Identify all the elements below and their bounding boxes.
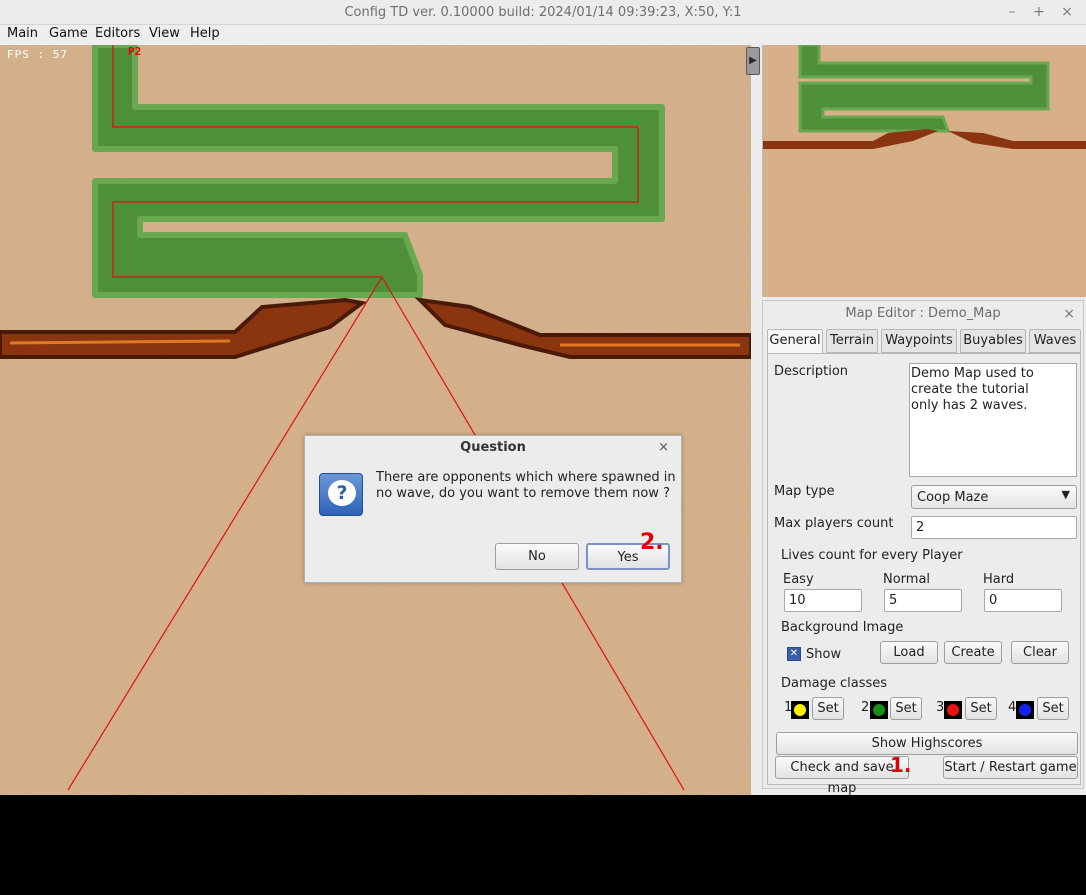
damage-classes-label: Damage classes — [781, 676, 888, 691]
damage-class-4-set-button[interactable]: Set — [1037, 697, 1069, 720]
start-restart-game-button[interactable]: Start / Restart game — [943, 756, 1078, 779]
menu-main[interactable]: Main — [7, 26, 38, 41]
game-map[interactable] — [0, 45, 751, 795]
damage-class-4-swatch — [1016, 701, 1034, 719]
damage-class-1-set-button[interactable]: Set — [812, 697, 844, 720]
damage-class-2-number: 2 — [861, 700, 870, 715]
menu-game[interactable]: Game — [49, 26, 88, 41]
damage-class-3-color — [947, 704, 959, 716]
minimap[interactable] — [762, 45, 1086, 297]
tab-waves[interactable]: Waves — [1029, 329, 1081, 353]
damage-class-2-color — [873, 704, 885, 716]
lives-easy-label: Easy — [783, 572, 814, 587]
lives-easy-input[interactable]: 10 — [784, 589, 862, 612]
app-window: Config TD ver. 0.10000 build: 2024/01/14… — [0, 0, 1086, 895]
close-icon[interactable]: × — [1058, 3, 1076, 21]
question-icon: ? — [319, 473, 363, 516]
lives-normal-label: Normal — [883, 572, 931, 587]
map-type-label: Map type — [774, 484, 835, 499]
max-players-label: Max players count — [774, 516, 894, 531]
dialog-title: Question — [460, 440, 526, 455]
damage-class-3-set-button[interactable]: Set — [965, 697, 997, 720]
maximize-icon[interactable]: + — [1030, 3, 1048, 21]
load-button[interactable]: Load — [880, 641, 938, 664]
show-label: Show — [806, 647, 842, 662]
no-button[interactable]: No — [495, 543, 579, 570]
map-type-value: Coop Maze — [917, 490, 989, 505]
window-title: Config TD ver. 0.10000 build: 2024/01/14… — [344, 5, 742, 20]
dialog-message: There are opponents which where spawned … — [376, 470, 676, 501]
fps-counter: FPS : 57 — [7, 48, 68, 61]
lives-label: Lives count for every Player — [781, 548, 963, 563]
annotation-step-1: 1. — [890, 753, 912, 777]
lives-hard-input[interactable]: 0 — [984, 589, 1062, 612]
show-checkbox[interactable]: ✕ — [787, 647, 801, 661]
menu-editors[interactable]: Editors — [95, 26, 140, 41]
tab-terrain[interactable]: Terrain — [826, 329, 878, 353]
annotation-step-2: 2. — [640, 530, 664, 555]
check-save-map-button[interactable]: Check and save map — [775, 756, 909, 796]
menu-help[interactable]: Help — [190, 26, 220, 41]
title-bar: Config TD ver. 0.10000 build: 2024/01/14… — [0, 0, 1086, 25]
tab-waypoints[interactable]: Waypoints — [881, 329, 957, 353]
game-viewport[interactable]: FPS : 57 P2 — [0, 45, 751, 795]
damage-class-3-swatch — [944, 701, 962, 719]
max-players-input[interactable]: 2 — [911, 516, 1077, 539]
clear-button[interactable]: Clear — [1011, 641, 1069, 664]
lives-hard-label: Hard — [983, 572, 1015, 587]
map-type-select[interactable]: Coop Maze ▼ — [911, 485, 1077, 509]
question-dialog: Question × ? There are opponents which w… — [304, 435, 682, 583]
create-button[interactable]: Create — [944, 641, 1002, 664]
damage-class-1-swatch — [791, 701, 809, 719]
chevron-down-icon: ▼ — [1061, 488, 1070, 501]
lives-normal-input[interactable]: 5 — [884, 589, 962, 612]
map-editor-header: Map Editor : Demo_Map × — [763, 301, 1083, 327]
map-editor-panel: Map Editor : Demo_Map × General Terrain … — [762, 300, 1084, 796]
description-textarea[interactable]: Demo Map used to create the tutorial onl… — [909, 363, 1077, 477]
map-editor-close-icon[interactable]: × — [1063, 301, 1075, 327]
damage-class-4-color — [1019, 704, 1031, 716]
menu-view[interactable]: View — [149, 26, 180, 41]
background-image-label: Background Image — [781, 620, 904, 635]
show-highscores-button[interactable]: Show Highscores — [776, 732, 1078, 755]
tab-general[interactable]: General — [767, 329, 823, 355]
damage-class-1-color — [794, 704, 806, 716]
map-editor-title: Map Editor : Demo_Map — [845, 306, 1001, 321]
damage-class-2-set-button[interactable]: Set — [890, 697, 922, 720]
minimap-view[interactable] — [763, 45, 1086, 297]
description-label: Description — [774, 364, 849, 379]
minimize-icon[interactable]: – — [1003, 3, 1021, 21]
collapse-panel-icon[interactable]: ▶ — [746, 47, 760, 75]
damage-class-2-swatch — [870, 701, 888, 719]
tab-buyables[interactable]: Buyables — [960, 329, 1026, 353]
menu-bar: Main Game Editors View Help — [0, 25, 1086, 45]
dialog-close-icon[interactable]: × — [658, 440, 669, 455]
player-marker: P2 — [128, 45, 142, 58]
